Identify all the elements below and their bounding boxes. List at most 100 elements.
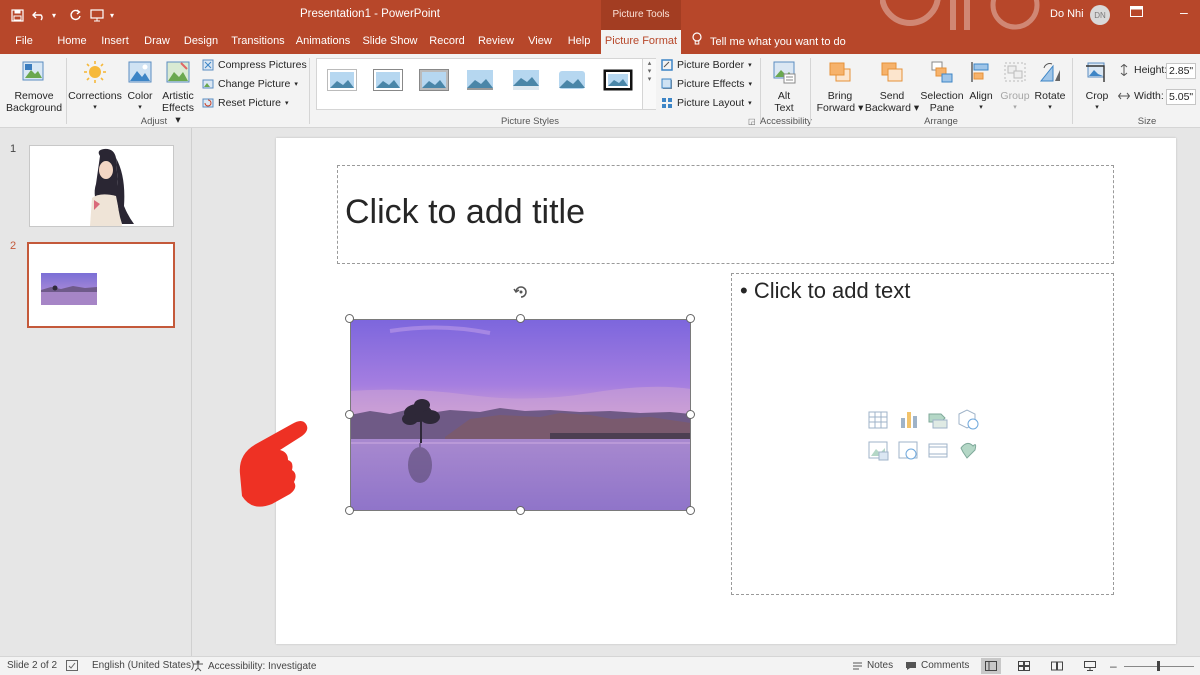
reading-view-button[interactable]: [1047, 658, 1067, 674]
tab-transitions[interactable]: Transitions: [228, 30, 288, 54]
picture-border-label: Picture Border: [677, 59, 745, 71]
tab-record[interactable]: Record: [424, 30, 470, 54]
tab-slide-show[interactable]: Slide Show: [360, 30, 420, 54]
zoom-out-button[interactable]: –: [1110, 659, 1117, 673]
insert-video-icon[interactable]: [928, 443, 948, 458]
normal-view-button[interactable]: [981, 658, 1001, 674]
rotation-handle-icon[interactable]: [511, 282, 531, 302]
user-name[interactable]: Do Nhi: [1050, 8, 1084, 20]
slide-thumbnail-selected[interactable]: [27, 242, 175, 328]
tab-help[interactable]: Help: [562, 30, 596, 54]
picture-styles-dialog-launcher[interactable]: ◲: [748, 117, 756, 126]
insert-smartart-icon[interactable]: [928, 413, 948, 429]
picture-effects-label: Picture Effects: [677, 78, 745, 90]
insert-icons-icon[interactable]: [960, 442, 977, 459]
alt-text-label-2: Text: [774, 102, 794, 114]
corrections-button[interactable]: Corrections ▾: [68, 60, 122, 114]
tab-view[interactable]: View: [524, 30, 556, 54]
remove-background-button[interactable]: Remove Background: [6, 60, 62, 114]
slide-indicator[interactable]: Slide 2 of 2: [7, 660, 57, 671]
tab-draw[interactable]: Draw: [140, 30, 174, 54]
tab-file[interactable]: File: [8, 30, 40, 54]
notes-icon: [853, 662, 862, 669]
resize-handle-top-left[interactable]: [345, 314, 354, 323]
content-placeholder[interactable]: • Click to add text: [731, 273, 1114, 595]
resize-handle-bottom[interactable]: [516, 506, 525, 515]
insert-chart-icon[interactable]: [901, 412, 917, 428]
compress-pictures-button[interactable]: Compress Pictures: [202, 59, 307, 71]
picture-style-1[interactable]: [327, 69, 357, 91]
selection-pane-button[interactable]: Selection Pane: [918, 60, 966, 114]
compress-pictures-icon: [202, 59, 214, 71]
width-field[interactable]: 5.05": [1166, 89, 1196, 105]
tab-picture-format[interactable]: Picture Format: [601, 30, 681, 54]
tab-home[interactable]: Home: [52, 30, 92, 54]
resize-handle-right[interactable]: [686, 410, 695, 419]
resize-handle-top-right[interactable]: [686, 314, 695, 323]
accessibility-checker[interactable]: Accessibility: Investigate: [192, 660, 316, 672]
insert-table-icon[interactable]: [868, 411, 888, 429]
minimize-button[interactable]: –: [1180, 4, 1188, 20]
resize-handle-top[interactable]: [516, 314, 525, 323]
bring-forward-button[interactable]: Bring Forward ▾: [814, 60, 866, 114]
slide-thumbnail[interactable]: [29, 145, 174, 227]
selection-pane-label-2: Pane: [929, 102, 955, 114]
height-field[interactable]: 2.85": [1166, 63, 1196, 79]
tell-me-search[interactable]: Tell me what you want to do: [692, 30, 846, 54]
spelling-check-icon[interactable]: [66, 660, 78, 671]
tab-review[interactable]: Review: [474, 30, 518, 54]
picture-effects-button[interactable]: Picture Effects ▾: [661, 78, 752, 90]
resize-handle-bottom-left[interactable]: [345, 506, 354, 515]
undo-icon[interactable]: [30, 6, 48, 24]
slide-show-view-button[interactable]: [1080, 658, 1100, 674]
picture-style-7[interactable]: [603, 69, 633, 91]
alt-text-button[interactable]: Alt Text: [764, 60, 804, 114]
rotate-button[interactable]: Rotate ▾: [1032, 60, 1068, 114]
tab-animations[interactable]: Animations: [293, 30, 353, 54]
group-button[interactable]: Group ▾: [998, 60, 1032, 114]
picture-style-2[interactable]: [373, 69, 403, 91]
gallery-scroll[interactable]: ▴ ▾ ▾: [642, 59, 656, 109]
ribbon-display-options-icon[interactable]: [1130, 6, 1143, 20]
picture-layout-button[interactable]: Picture Layout ▾: [661, 97, 752, 109]
insert-3d-model-icon[interactable]: [958, 409, 979, 430]
change-picture-button[interactable]: Change Picture ▾: [202, 78, 298, 90]
artistic-effects-label-1: Artistic: [162, 90, 194, 102]
picture-style-5[interactable]: [511, 69, 541, 91]
height-icon: [1120, 64, 1128, 76]
resize-handle-bottom-right[interactable]: [686, 506, 695, 515]
corrections-icon: [84, 61, 106, 83]
comments-button[interactable]: Comments: [905, 660, 969, 671]
align-button[interactable]: Align ▾: [964, 60, 998, 114]
undo-dropdown-icon[interactable]: ▾: [52, 11, 62, 20]
customize-qat-icon[interactable]: ▾: [110, 11, 120, 20]
resize-handle-left[interactable]: [345, 410, 354, 419]
send-backward-button[interactable]: Send Backward ▾: [864, 60, 920, 114]
picture-border-button[interactable]: Picture Border ▾: [661, 59, 752, 71]
tab-design[interactable]: Design: [180, 30, 222, 54]
slide-number: 2: [10, 240, 17, 252]
redo-icon[interactable]: [66, 6, 84, 24]
present-from-start-icon[interactable]: [88, 6, 106, 24]
insert-pictures-icon[interactable]: [868, 441, 889, 461]
picture-style-4[interactable]: [465, 69, 495, 91]
notes-button[interactable]: Notes: [852, 660, 893, 671]
picture-style-3[interactable]: [419, 69, 449, 91]
color-button[interactable]: Color ▾: [124, 60, 156, 114]
picture-style-6[interactable]: [557, 69, 587, 91]
notes-label: Notes: [867, 660, 894, 671]
insert-online-pictures-icon[interactable]: [898, 441, 918, 460]
slide-sorter-view-button[interactable]: [1014, 658, 1034, 674]
title-placeholder[interactable]: Click to add title: [337, 165, 1114, 264]
reset-picture-button[interactable]: Reset Picture ▾: [202, 97, 289, 109]
crop-label: Crop: [1085, 90, 1109, 102]
document-title: Presentation1 - PowerPoint: [300, 8, 440, 20]
send-backward-label-2: Backward: [864, 102, 911, 114]
zoom-slider-thumb[interactable]: [1157, 661, 1160, 671]
language-indicator[interactable]: English (United States): [92, 660, 194, 671]
save-icon[interactable]: [8, 6, 26, 24]
tab-insert[interactable]: Insert: [96, 30, 134, 54]
group-label: Group: [1000, 90, 1030, 102]
avatar[interactable]: DN: [1090, 5, 1110, 25]
crop-button[interactable]: Crop ▾: [1080, 60, 1114, 114]
